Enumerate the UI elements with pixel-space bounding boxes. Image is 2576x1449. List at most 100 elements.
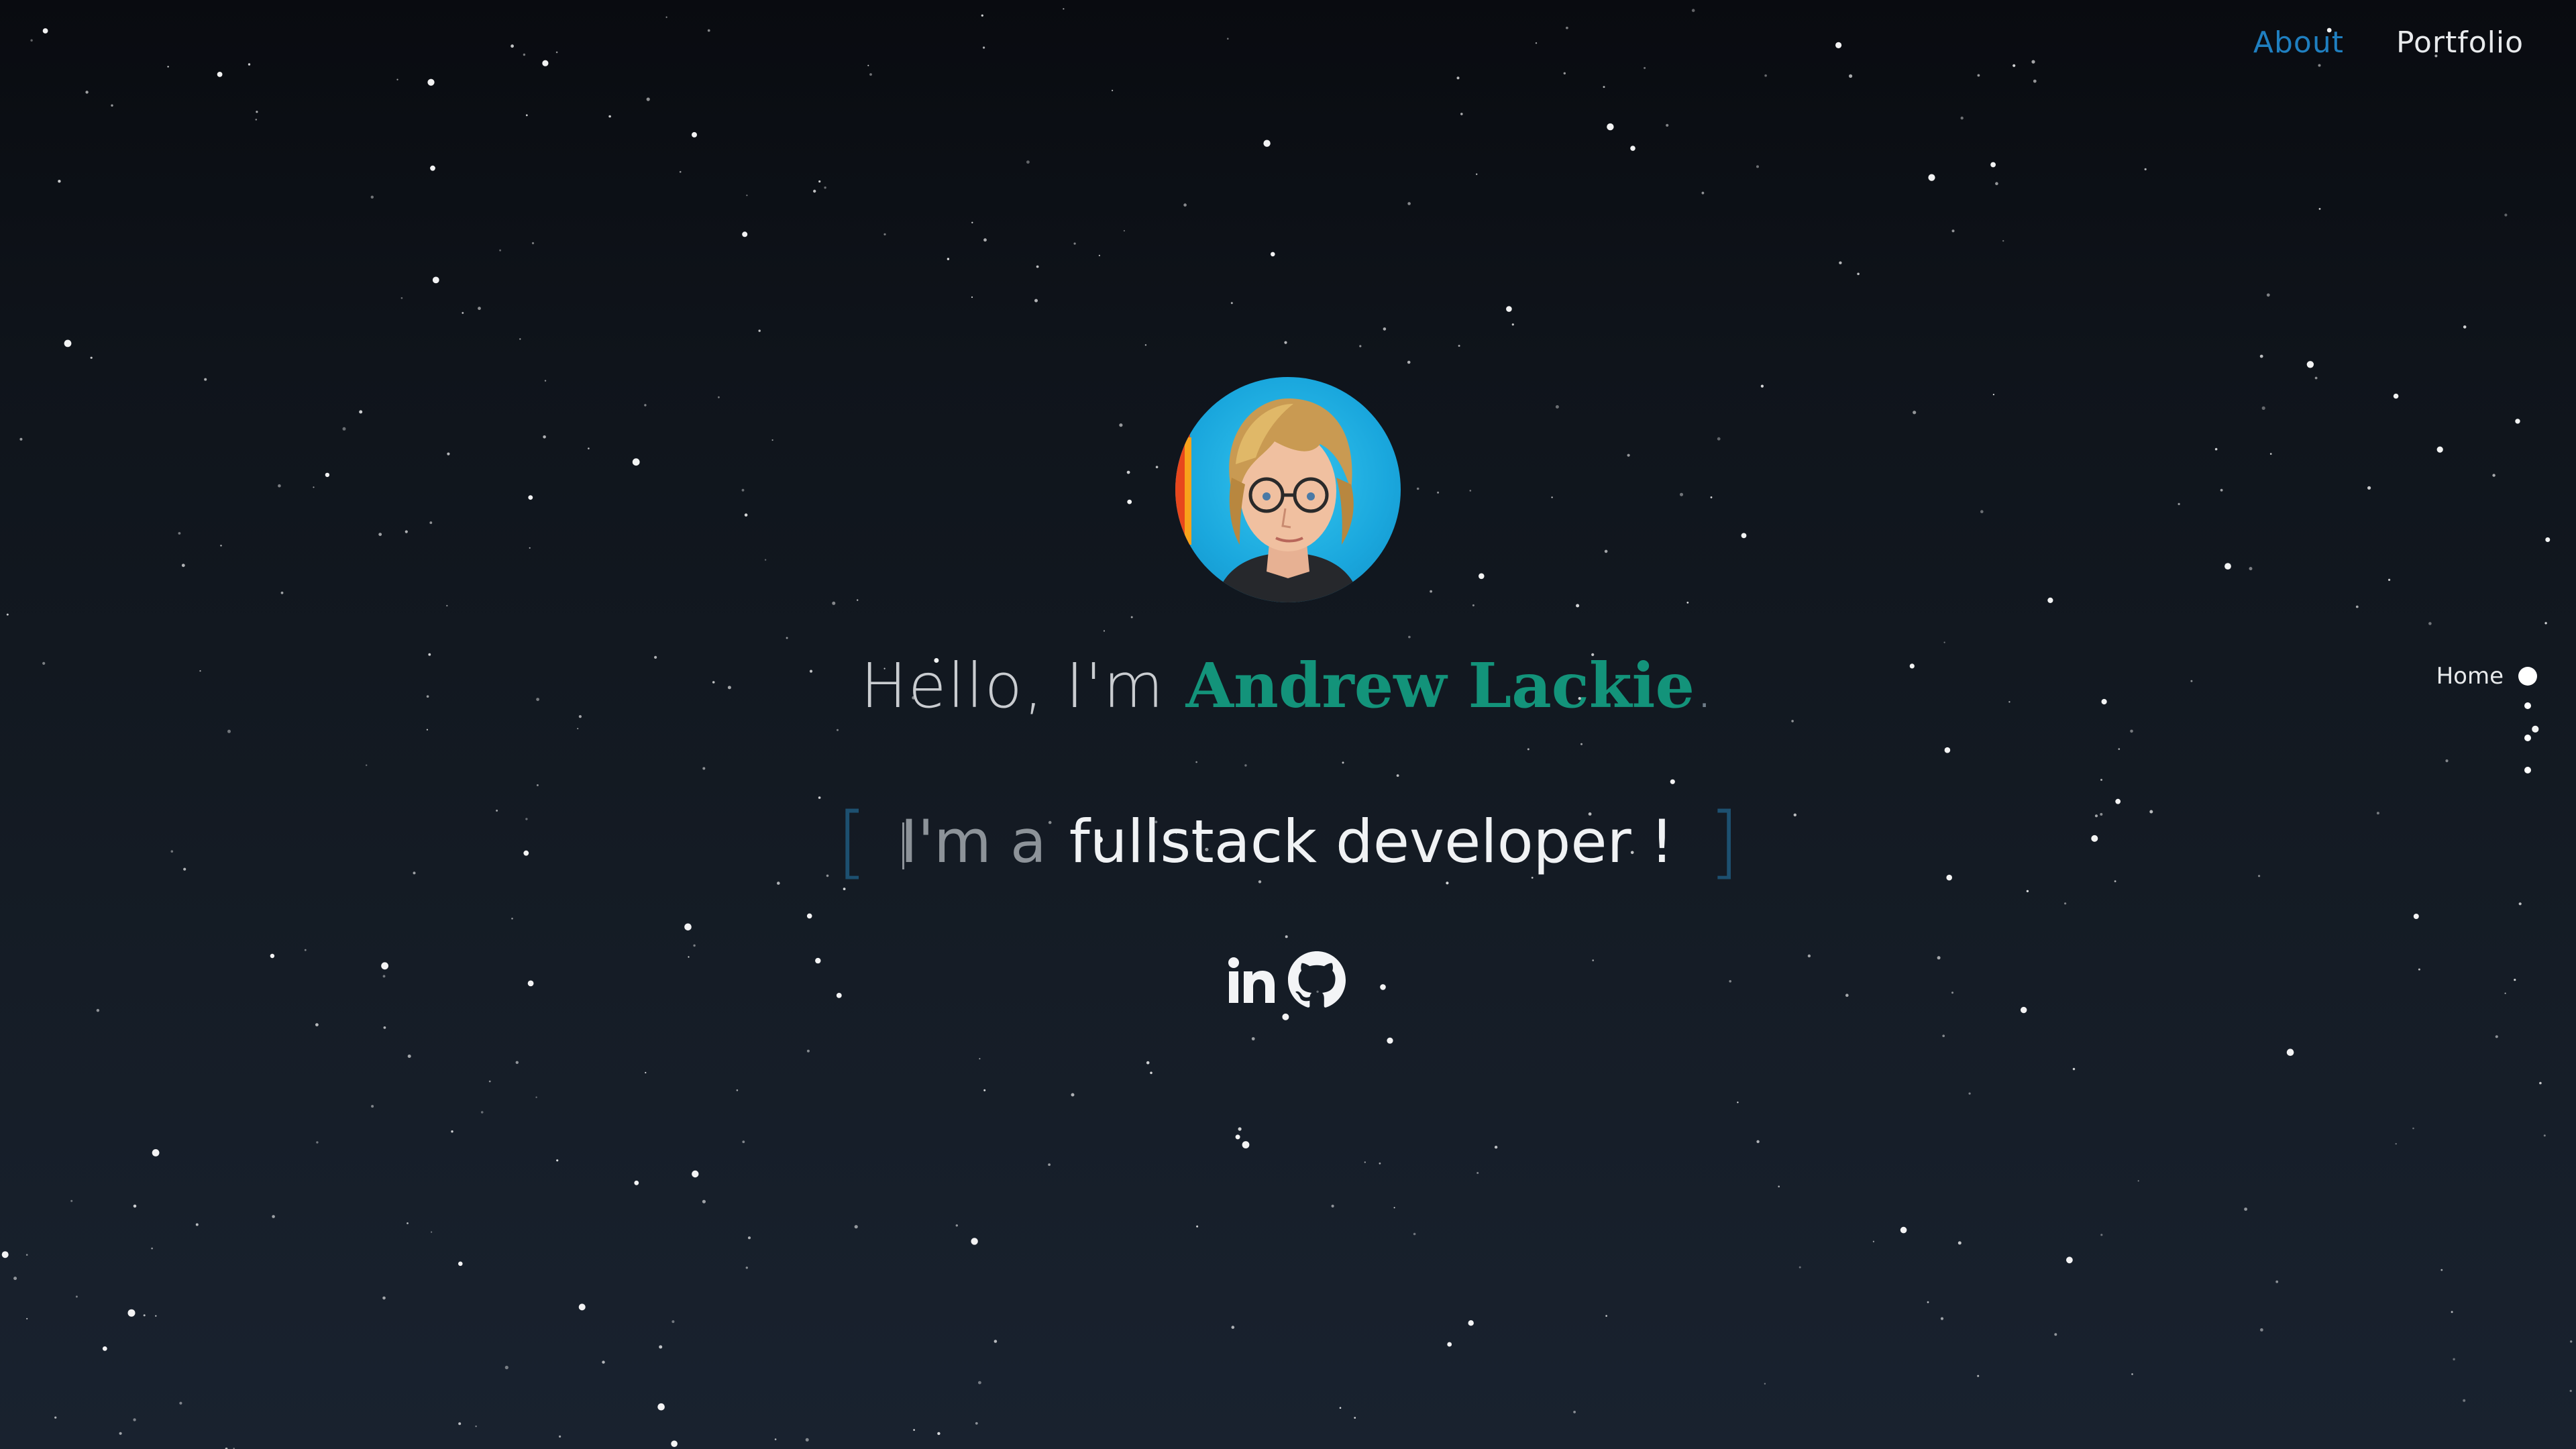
role-typewriter: [ I'm a fullstack developer ! ] xyxy=(0,802,2576,881)
star xyxy=(1960,116,1964,120)
star xyxy=(843,888,846,890)
star xyxy=(1807,954,1811,958)
star xyxy=(813,189,816,193)
star xyxy=(2306,361,2314,368)
star xyxy=(2544,622,2547,625)
section-dot xyxy=(2524,735,2531,741)
starfield-background xyxy=(1,8,2573,1449)
role-prefix: I'm a xyxy=(900,807,1046,876)
star xyxy=(971,296,973,299)
star xyxy=(1511,323,1514,326)
star xyxy=(359,410,363,414)
star xyxy=(528,495,533,500)
star xyxy=(1380,984,1386,990)
star xyxy=(2413,914,2419,919)
star xyxy=(1980,510,1984,513)
star xyxy=(975,1421,978,1425)
star xyxy=(427,78,435,86)
star xyxy=(1026,160,1030,164)
star xyxy=(1927,1301,1929,1303)
star xyxy=(1839,261,1842,264)
star xyxy=(1666,123,1669,127)
top-navigation: About Portfolio xyxy=(2253,25,2524,60)
star xyxy=(1285,935,1288,938)
star xyxy=(632,458,640,466)
star xyxy=(366,764,368,766)
star xyxy=(1155,466,1159,468)
star xyxy=(1477,1172,1479,1174)
star xyxy=(1339,1407,1342,1409)
star xyxy=(25,1254,28,1256)
star xyxy=(1845,994,1849,997)
star xyxy=(1644,66,1646,69)
nav-link-about[interactable]: About xyxy=(2253,25,2344,60)
star xyxy=(19,437,23,441)
star xyxy=(2367,486,2371,490)
star xyxy=(432,276,439,284)
star xyxy=(1977,74,1980,77)
star xyxy=(381,962,388,970)
star xyxy=(1048,1163,1051,1166)
star xyxy=(742,231,748,237)
star xyxy=(692,1170,699,1178)
star xyxy=(693,944,696,947)
github-link[interactable] xyxy=(1288,951,1346,1012)
star xyxy=(883,233,886,235)
star xyxy=(736,1089,739,1091)
star xyxy=(786,637,788,639)
star xyxy=(2260,1328,2263,1332)
star xyxy=(85,91,89,94)
star xyxy=(1123,229,1125,232)
section-dot xyxy=(2524,702,2531,709)
star xyxy=(2569,1389,2572,1392)
star xyxy=(1778,1185,1780,1187)
star xyxy=(511,44,514,48)
star xyxy=(1943,641,1945,643)
star xyxy=(75,1295,78,1298)
star xyxy=(272,1215,275,1218)
star xyxy=(746,195,748,197)
star xyxy=(451,1130,453,1133)
star xyxy=(1244,764,1247,767)
star xyxy=(1263,140,1271,147)
star xyxy=(1447,1342,1452,1347)
star xyxy=(2244,1208,2248,1211)
star xyxy=(407,1055,411,1058)
star xyxy=(458,1261,463,1267)
star xyxy=(2495,1035,2498,1038)
section-nav-home[interactable]: Home xyxy=(2436,663,2537,690)
star xyxy=(1506,306,1512,312)
star xyxy=(818,180,821,183)
star xyxy=(1456,76,1460,80)
section-nav-dot-3[interactable] xyxy=(2524,722,2537,754)
section-nav-dot-4[interactable] xyxy=(2524,754,2537,786)
star xyxy=(133,1204,137,1208)
star xyxy=(1,1251,9,1258)
star xyxy=(2100,1234,2103,1236)
star xyxy=(133,1418,136,1421)
star xyxy=(155,1315,157,1317)
star xyxy=(536,784,539,786)
star xyxy=(478,307,481,311)
star xyxy=(2286,1049,2294,1056)
section-nav-dot-2[interactable] xyxy=(2524,690,2537,722)
star xyxy=(805,1438,809,1442)
star xyxy=(1251,1037,1255,1040)
star xyxy=(2453,1358,2455,1360)
greeting-text: Hello, I'm xyxy=(860,650,1186,722)
star xyxy=(1063,8,1065,10)
star xyxy=(981,14,983,17)
star xyxy=(971,1238,978,1245)
star xyxy=(1331,1204,1334,1208)
star xyxy=(1230,302,1233,305)
linkedin-link[interactable] xyxy=(1225,953,1279,1010)
star xyxy=(143,1314,146,1317)
star xyxy=(2054,1333,2057,1336)
star xyxy=(602,1360,605,1364)
star xyxy=(64,339,72,347)
star xyxy=(702,767,706,770)
star xyxy=(2504,213,2508,217)
nav-link-portfolio[interactable]: Portfolio xyxy=(2396,25,2524,60)
star xyxy=(1756,165,1759,168)
star xyxy=(111,104,113,107)
